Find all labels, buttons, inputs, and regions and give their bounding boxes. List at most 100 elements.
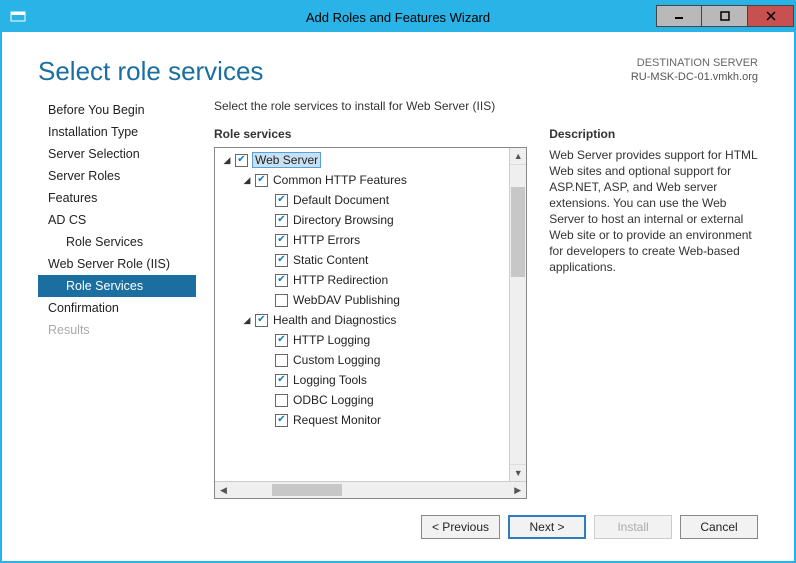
- chevron-down-icon[interactable]: ◢: [241, 314, 253, 326]
- scroll-down-icon[interactable]: ▼: [510, 464, 526, 481]
- tree-node-label: Common HTTP Features: [273, 173, 407, 187]
- spacer: [261, 414, 273, 426]
- tree-node-label: ODBC Logging: [293, 393, 374, 407]
- main-panel: Select the role services to install for …: [214, 99, 758, 499]
- tree-node-label: Static Content: [293, 253, 368, 267]
- nav-item[interactable]: Role Services: [38, 231, 196, 253]
- wizard-window: Add Roles and Features Wizard Select rol…: [0, 0, 796, 563]
- page-title: Select role services: [38, 56, 263, 87]
- checkbox[interactable]: [275, 394, 288, 407]
- tree-node[interactable]: Default Document: [215, 190, 509, 210]
- spacer: [261, 254, 273, 266]
- previous-button[interactable]: < Previous: [421, 515, 500, 539]
- nav-item[interactable]: AD CS: [38, 209, 196, 231]
- tree-list[interactable]: ◢Web Server◢Common HTTP FeaturesDefault …: [215, 148, 509, 481]
- scroll-thumb[interactable]: [511, 187, 525, 277]
- tree-node[interactable]: ◢ Common HTTP Features: [215, 170, 509, 190]
- checkbox[interactable]: [275, 254, 288, 267]
- wizard-nav: Before You BeginInstallation TypeServer …: [38, 99, 196, 499]
- columns: Role services ◢Web Server◢Common HTTP Fe…: [214, 127, 758, 499]
- destination-value: RU-MSK-DC-01.vmkh.org: [631, 70, 758, 84]
- tree-node-label: Health and Diagnostics: [273, 313, 396, 327]
- cancel-button[interactable]: Cancel: [680, 515, 758, 539]
- spacer: [261, 194, 273, 206]
- checkbox[interactable]: [275, 374, 288, 387]
- checkbox[interactable]: [275, 234, 288, 247]
- role-services-label: Role services: [214, 127, 527, 141]
- nav-item[interactable]: Web Server Role (IIS): [38, 253, 196, 275]
- checkbox[interactable]: [235, 154, 248, 167]
- scroll-right-icon[interactable]: ▶: [509, 482, 526, 498]
- destination-label: DESTINATION SERVER: [631, 56, 758, 70]
- tree-node-label: Directory Browsing: [293, 213, 394, 227]
- tree-node[interactable]: WebDAV Publishing: [215, 290, 509, 310]
- tree-node[interactable]: Request Monitor: [215, 410, 509, 430]
- tree-node-label: HTTP Redirection: [293, 273, 388, 287]
- nav-item[interactable]: Features: [38, 187, 196, 209]
- spacer: [261, 354, 273, 366]
- tree-node[interactable]: HTTP Redirection: [215, 270, 509, 290]
- app-icon: [2, 9, 34, 25]
- nav-item[interactable]: Confirmation: [38, 297, 196, 319]
- maximize-button[interactable]: [702, 5, 748, 27]
- scroll-up-icon[interactable]: ▲: [510, 148, 526, 165]
- chevron-down-icon[interactable]: ◢: [221, 154, 233, 166]
- spacer: [261, 234, 273, 246]
- checkbox[interactable]: [275, 214, 288, 227]
- checkbox[interactable]: [275, 334, 288, 347]
- wizard-header: Select role services DESTINATION SERVER …: [8, 38, 788, 99]
- vertical-scrollbar[interactable]: ▲ ▼: [509, 148, 526, 481]
- checkbox[interactable]: [255, 314, 268, 327]
- titlebar[interactable]: Add Roles and Features Wizard: [2, 2, 794, 32]
- tree-node[interactable]: Logging Tools: [215, 370, 509, 390]
- tree-node[interactable]: ◢ Web Server: [215, 150, 509, 170]
- checkbox[interactable]: [275, 274, 288, 287]
- tree-node-label: HTTP Logging: [293, 333, 370, 347]
- destination-server: DESTINATION SERVER RU-MSK-DC-01.vmkh.org: [631, 56, 758, 87]
- minimize-button[interactable]: [656, 5, 702, 27]
- description-label: Description: [549, 127, 758, 141]
- role-services-tree: ◢Web Server◢Common HTTP FeaturesDefault …: [214, 147, 527, 499]
- chevron-down-icon[interactable]: ◢: [241, 174, 253, 186]
- tree-node-label: HTTP Errors: [293, 233, 360, 247]
- nav-item[interactable]: Role Services: [38, 275, 196, 297]
- tree-node[interactable]: ODBC Logging: [215, 390, 509, 410]
- nav-item: Results: [38, 319, 196, 341]
- tree-node-label: Default Document: [293, 193, 389, 207]
- description-column: Description Web Server provides support …: [549, 127, 758, 499]
- window-buttons: [656, 7, 794, 27]
- tree-node-label: Web Server: [253, 153, 320, 167]
- tree-node-label: WebDAV Publishing: [293, 293, 400, 307]
- spacer: [261, 274, 273, 286]
- horizontal-scrollbar[interactable]: ◀ ▶: [215, 481, 526, 498]
- checkbox[interactable]: [275, 194, 288, 207]
- spacer: [261, 334, 273, 346]
- tree-node[interactable]: HTTP Logging: [215, 330, 509, 350]
- tree-node[interactable]: Static Content: [215, 250, 509, 270]
- tree-node[interactable]: HTTP Errors: [215, 230, 509, 250]
- spacer: [261, 294, 273, 306]
- tree-node[interactable]: Directory Browsing: [215, 210, 509, 230]
- nav-item[interactable]: Server Roles: [38, 165, 196, 187]
- spacer: [261, 374, 273, 386]
- hscroll-thumb[interactable]: [272, 484, 342, 496]
- checkbox[interactable]: [275, 414, 288, 427]
- spacer: [261, 394, 273, 406]
- tree-node[interactable]: Custom Logging: [215, 350, 509, 370]
- checkbox[interactable]: [275, 294, 288, 307]
- spacer: [261, 214, 273, 226]
- nav-item[interactable]: Installation Type: [38, 121, 196, 143]
- next-button[interactable]: Next >: [508, 515, 586, 539]
- scroll-left-icon[interactable]: ◀: [215, 482, 232, 498]
- close-button[interactable]: [748, 5, 794, 27]
- description-text: Web Server provides support for HTML Web…: [549, 147, 758, 275]
- checkbox[interactable]: [255, 174, 268, 187]
- nav-item[interactable]: Before You Begin: [38, 99, 196, 121]
- install-button[interactable]: Install: [594, 515, 672, 539]
- wizard-body: Select role services DESTINATION SERVER …: [2, 32, 794, 561]
- nav-item[interactable]: Server Selection: [38, 143, 196, 165]
- tree-node[interactable]: ◢ Health and Diagnostics: [215, 310, 509, 330]
- checkbox[interactable]: [275, 354, 288, 367]
- wizard-content: Before You BeginInstallation TypeServer …: [8, 99, 788, 499]
- tree-node-label: Logging Tools: [293, 373, 367, 387]
